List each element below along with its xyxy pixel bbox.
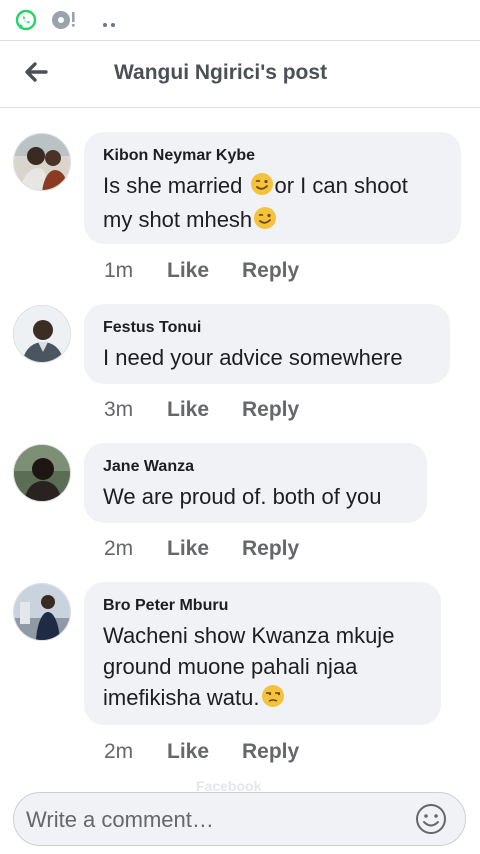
status-bar xyxy=(0,0,480,40)
reply-button[interactable]: Reply xyxy=(242,398,299,422)
emoji-button[interactable] xyxy=(414,802,448,836)
comment-time: 1m xyxy=(104,259,134,282)
comment-text-part: my shot mhesh xyxy=(103,207,253,232)
winking-face-icon xyxy=(250,172,274,204)
disc-alert-icon xyxy=(50,8,78,37)
like-button[interactable]: Like xyxy=(167,537,209,561)
back-arrow-icon xyxy=(25,62,48,82)
comment-text: Is she married or I can shoot my shot mh… xyxy=(103,170,441,238)
comment-bubble[interactable]: Bro Peter Mburu Wacheni show Kwanza mkuj… xyxy=(84,582,441,725)
comment-line: imefikisha watu. xyxy=(103,685,260,710)
whatsapp-icon xyxy=(14,8,38,37)
comment-text-part: Is she married xyxy=(103,173,249,198)
page-title: Wangui Ngirici's post xyxy=(114,61,328,84)
comment-bubble[interactable]: Jane Wanza We are proud of. both of you xyxy=(84,443,427,523)
like-button[interactable]: Like xyxy=(167,740,209,764)
comment-composer xyxy=(13,792,466,846)
comment-bubble[interactable]: Kibon Neymar Kybe Is she married or I ca… xyxy=(84,132,461,244)
like-button[interactable]: Like xyxy=(167,398,209,422)
comment-input[interactable] xyxy=(24,803,408,837)
comment-time: 2m xyxy=(104,740,134,763)
comment-line: Wacheni show Kwanza mkuje xyxy=(103,623,395,648)
reply-button[interactable]: Reply xyxy=(242,259,299,283)
comment-text: I need your advice somewhere xyxy=(103,345,403,370)
commenter-name[interactable]: Bro Peter Mburu xyxy=(103,596,421,616)
commenter-name[interactable]: Kibon Neymar Kybe xyxy=(103,146,441,166)
avatar[interactable] xyxy=(13,583,71,641)
comment-text: Wacheni show Kwanza mkuje ground muone p… xyxy=(103,620,421,716)
comment-time: 3m xyxy=(104,398,134,421)
back-button[interactable] xyxy=(18,57,54,87)
unamused-face-icon xyxy=(261,684,285,716)
winking-face-icon xyxy=(253,206,277,238)
avatar[interactable] xyxy=(13,444,71,502)
post-header: Wangui Ngirici's post xyxy=(0,40,480,108)
avatar[interactable] xyxy=(13,133,71,191)
commenter-name[interactable]: Festus Tonui xyxy=(103,318,430,338)
comment-bubble[interactable]: Festus Tonui I need your advice somewher… xyxy=(84,304,450,384)
comment-text: We are proud of. both of you xyxy=(103,484,382,509)
reply-button[interactable]: Reply xyxy=(242,537,299,561)
more-dots-icon xyxy=(102,15,116,33)
smiley-icon xyxy=(416,804,446,834)
comment-text-part: or I can shoot xyxy=(274,173,408,198)
commenter-name[interactable]: Jane Wanza xyxy=(103,457,407,477)
comment-line: ground muone pahali njaa xyxy=(103,654,358,679)
comment-time: 2m xyxy=(104,537,134,560)
avatar[interactable] xyxy=(13,305,71,363)
like-button[interactable]: Like xyxy=(167,259,209,283)
reply-button[interactable]: Reply xyxy=(242,740,299,764)
